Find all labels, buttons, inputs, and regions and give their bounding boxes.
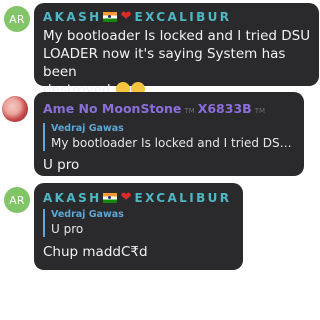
message-text: Chup maddC₹d	[43, 244, 148, 260]
reply-author: Vedraj Gawas	[51, 123, 124, 134]
sender-name-prefix: AKASH	[43, 190, 102, 205]
sender-name[interactable]: AKASH ❤ EXCALIBUR	[43, 9, 311, 24]
heart-icon: ❤	[120, 190, 132, 205]
message-bubble[interactable]: AKASH ❤ EXCALIBUR My bootloader Is locke…	[34, 3, 319, 98]
sender-name-text: Ame No MoonStone	[43, 101, 182, 116]
avatar-initials: AR	[9, 193, 25, 207]
reply-quote[interactable]: Vedraj Gawas My bootloader Is locked and…	[43, 123, 296, 151]
sender-name[interactable]: AKASH ❤ EXCALIBUR	[43, 190, 235, 205]
reply-author: Vedraj Gawas	[51, 209, 124, 220]
avatar-initials: AR	[9, 12, 25, 26]
sender-name-prefix: AKASH	[43, 9, 102, 24]
sender-tag: X6833B	[197, 101, 252, 116]
avatar[interactable]	[2, 96, 28, 122]
message-line: LOADER now it's saying System has been	[43, 46, 286, 80]
message-text: U pro	[43, 157, 80, 173]
trademark-badge: TM	[254, 107, 266, 115]
reply-text: My bootloader Is locked and I tried DSU …	[51, 136, 296, 150]
avatar[interactable]: AR	[4, 6, 30, 32]
message-bubble[interactable]: AKASH ❤ EXCALIBUR Vedraj Gawas U pro Chu…	[34, 183, 243, 270]
heart-icon: ❤	[120, 9, 132, 24]
india-flag-icon	[102, 11, 117, 22]
message-line: My bootloader Is locked and I tried DSU	[43, 28, 311, 44]
sender-name[interactable]: Ame No MoonStone TM X6833B TM	[43, 100, 296, 119]
message-text: My bootloader Is locked and I tried DSU …	[43, 27, 311, 99]
trademark-badge: TM	[184, 107, 195, 115]
sender-name-suffix: EXCALIBUR	[134, 190, 232, 205]
avatar[interactable]: AR	[4, 187, 30, 213]
india-flag-icon	[102, 192, 117, 203]
sender-name-suffix: EXCALIBUR	[134, 9, 232, 24]
reply-text: U pro	[51, 222, 84, 236]
reply-quote[interactable]: Vedraj Gawas U pro	[43, 209, 235, 237]
message-bubble[interactable]: Ame No MoonStone TM X6833B TM Vedraj Gawas …	[34, 92, 304, 176]
